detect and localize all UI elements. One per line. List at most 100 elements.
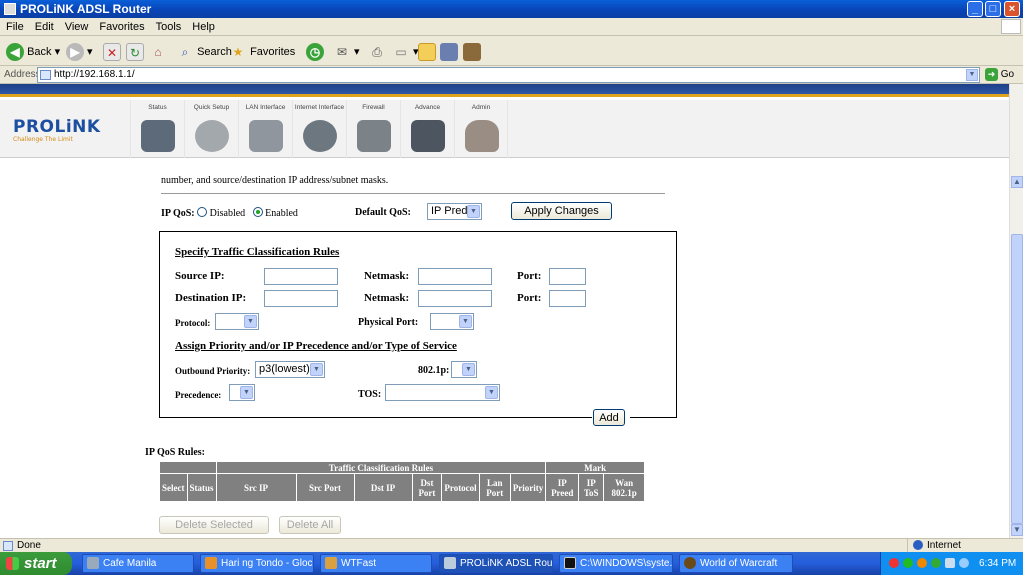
maximize-button[interactable]: □ [985, 1, 1001, 17]
advanced-monitor-icon [411, 120, 445, 152]
delete-selected-button[interactable]: Delete Selected [159, 516, 269, 534]
research-button[interactable] [440, 42, 458, 62]
source-ip-input[interactable] [264, 268, 338, 285]
table-group-mark: Mark [545, 461, 645, 474]
menu-file[interactable]: File [0, 18, 29, 33]
prolink-logo: PROLiNK Challenge The Limit [13, 117, 101, 143]
scroll-down-icon[interactable]: ▼ [1011, 524, 1023, 536]
nav-firewall[interactable]: Firewall [346, 100, 400, 158]
start-button[interactable]: start [0, 552, 72, 575]
nav-internet-interface[interactable]: Internet Interface [292, 100, 346, 158]
task-cmd[interactable]: C:\WINDOWS\syste... [559, 554, 673, 573]
physical-port-label: Physical Port: [358, 317, 419, 328]
source-netmask-input[interactable] [418, 268, 492, 285]
menu-favorites[interactable]: Favorites [93, 18, 149, 33]
apply-changes-button[interactable]: Apply Changes [511, 202, 612, 220]
address-bar: Address http://192.168.1.1/ ▼ ➜ Go [0, 66, 1023, 84]
nav-quick-setup[interactable]: Quick Setup [184, 100, 238, 158]
ipqos-enabled-radio[interactable] [252, 207, 263, 217]
delete-all-button[interactable]: Delete All [279, 516, 341, 534]
precedence-select[interactable]: ▼ [229, 384, 255, 401]
menu-bar: File Edit View Favorites Tools Help [0, 18, 1023, 36]
chevron-down-icon: ▼ [310, 363, 323, 376]
minimize-button[interactable]: _ [967, 1, 983, 17]
favorites-button[interactable]: ★ Favorites [229, 42, 296, 62]
nav-status[interactable]: Status [130, 100, 184, 158]
menu-view[interactable]: View [59, 18, 94, 33]
chevron-down-icon: ▼ [485, 386, 498, 399]
window-titlebar: PROLiNK ADSL Router _ □ × [0, 0, 1023, 18]
physical-port-select[interactable]: ▼ [430, 313, 474, 330]
network-icon[interactable] [945, 558, 955, 568]
dest-port-input[interactable] [549, 290, 586, 307]
nav-advance[interactable]: Advance [400, 100, 454, 158]
print-icon: ⎙ [372, 45, 382, 60]
browser-viewport: PROLiNK Challenge The Limit Status Quick… [0, 84, 1009, 538]
dest-ip-input[interactable] [264, 290, 338, 307]
taskbar: start Cafe Manila Hari ng Tondo - Gloc .… [0, 552, 1023, 575]
address-dropdown-icon[interactable]: ▼ [966, 69, 978, 81]
task-wtfast[interactable]: WTFast [320, 554, 432, 573]
chevron-down-icon: ▼ [240, 386, 253, 399]
globe-icon [913, 540, 923, 550]
col-protocol: Protocol [441, 473, 480, 502]
close-button[interactable]: × [1004, 1, 1020, 17]
scroll-up-icon[interactable]: ▲ [1011, 176, 1023, 188]
source-port-input[interactable] [549, 268, 586, 285]
scroll-thumb[interactable] [1011, 234, 1023, 524]
print-button[interactable]: ⎙ [368, 42, 386, 62]
forward-button[interactable]: ▶ ▾ [66, 42, 93, 62]
ipqos-row: IP QoS: Disabled Enabled [161, 207, 298, 219]
nav-lan-interface[interactable]: LAN Interface [238, 100, 292, 158]
network-drive-icon [249, 120, 283, 152]
assign-title: Assign Priority and/or IP Precedence and… [175, 340, 457, 352]
history-button[interactable]: ◷ [306, 42, 324, 62]
specify-title: Specify Traffic Classification Rules [175, 246, 340, 258]
stop-button[interactable]: ✕ [103, 42, 121, 62]
col-src-ip: Src IP [215, 473, 297, 502]
protocol-select[interactable]: ▼ [215, 313, 259, 330]
task-world-of-warcraft[interactable]: World of Warcraft [679, 554, 793, 573]
dest-netmask-input[interactable] [418, 290, 492, 307]
tray-icon[interactable] [931, 558, 941, 568]
vertical-scrollbar[interactable]: ▲ ▼ [1009, 84, 1023, 538]
volume-icon[interactable] [959, 558, 969, 568]
menu-tools[interactable]: Tools [150, 18, 187, 33]
add-button[interactable]: Add [593, 409, 625, 426]
wow-icon [684, 557, 696, 569]
task-hari-ng-tondo[interactable]: Hari ng Tondo - Gloc ... [200, 554, 314, 573]
zone-label: Internet [927, 540, 961, 551]
messenger-button[interactable] [463, 42, 481, 62]
menu-help[interactable]: Help [186, 18, 220, 33]
chevron-down-icon: ▼ [467, 205, 480, 218]
col-dst-ip: Dst IP [353, 473, 413, 502]
task-cafe-manila[interactable]: Cafe Manila [82, 554, 194, 573]
refresh-button[interactable]: ↻ [126, 42, 144, 62]
col-src-port: Src Port [295, 473, 355, 502]
outbound-priority-select[interactable]: p3(lowest) ▼ [255, 361, 325, 378]
go-arrow-icon: ➜ [985, 67, 998, 81]
go-button[interactable]: ➜ Go [985, 67, 1021, 83]
default-qos-select[interactable]: IP Pred ▼ [427, 203, 482, 220]
tray-icon[interactable] [889, 558, 899, 568]
tos-select[interactable]: ▼ [385, 384, 500, 401]
edit-button[interactable]: ▭ ▾ [392, 42, 418, 62]
menu-edit[interactable]: Edit [29, 18, 59, 33]
ipqos-disabled-radio[interactable] [197, 207, 208, 217]
tray-icon[interactable] [917, 558, 927, 568]
tray-icon[interactable] [903, 558, 913, 568]
folder-button[interactable] [418, 42, 436, 62]
mail-button[interactable]: ✉ ▾ [333, 42, 360, 62]
monitor-icon [141, 120, 175, 152]
nav-admin[interactable]: Admin [454, 100, 508, 158]
address-input[interactable]: http://192.168.1.1/ ▼ [37, 67, 980, 83]
task-prolink-router[interactable]: PROLiNK ADSL Router [439, 554, 553, 573]
research-icon [440, 43, 458, 62]
dot1p-select[interactable]: ▼ [451, 361, 477, 378]
home-button[interactable]: ⌂ [149, 42, 167, 62]
search-icon: ⌕ [181, 45, 189, 60]
search-button[interactable]: ⌕ Search [176, 42, 232, 62]
back-button[interactable]: ◀ Back ▾ [6, 42, 60, 62]
default-qos-label: Default QoS: [355, 207, 411, 218]
dest-ip-label: Destination IP: [175, 292, 247, 304]
